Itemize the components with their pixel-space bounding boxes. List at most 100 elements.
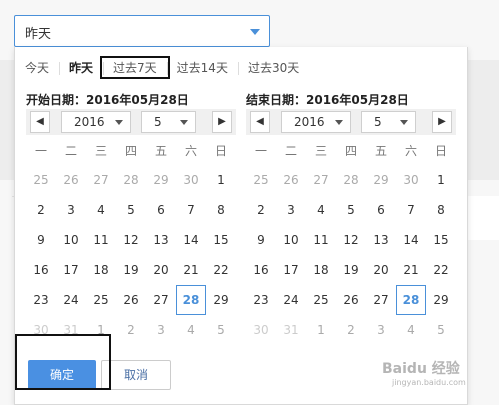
calendar-day[interactable]: 2 <box>246 195 276 225</box>
calendar-day[interactable]: 26 <box>116 285 146 315</box>
calendar-day[interactable]: 18 <box>306 255 336 285</box>
calendar-day[interactable]: 13 <box>366 225 396 255</box>
calendar-day[interactable]: 8 <box>206 195 236 225</box>
calendar-day[interactable]: 14 <box>396 225 426 255</box>
calendar-day[interactable]: 9 <box>26 225 56 255</box>
calendar-day[interactable]: 20 <box>146 255 176 285</box>
calendar-day[interactable]: 4 <box>396 315 426 345</box>
confirm-button[interactable]: 确定 <box>28 360 96 390</box>
calendar-day[interactable]: 19 <box>116 255 146 285</box>
calendar-day[interactable]: 7 <box>396 195 426 225</box>
calendar-day[interactable]: 14 <box>176 225 206 255</box>
calendar-day[interactable]: 5 <box>426 315 456 345</box>
calendar-day[interactable]: 24 <box>56 285 86 315</box>
calendar-day[interactable]: 1 <box>86 315 116 345</box>
shortcut-today[interactable]: 今天 <box>15 59 59 76</box>
calendar-day[interactable]: 2 <box>336 315 366 345</box>
calendar-day[interactable]: 30 <box>246 315 276 345</box>
calendar-day[interactable]: 7 <box>176 195 206 225</box>
start-month-select[interactable]: 5 <box>141 111 196 133</box>
calendar-day[interactable]: 16 <box>246 255 276 285</box>
calendar-day[interactable]: 31 <box>276 315 306 345</box>
calendar-day[interactable]: 26 <box>276 165 306 195</box>
calendar-day-selected[interactable]: 28 <box>396 285 426 315</box>
calendar-day[interactable]: 18 <box>86 255 116 285</box>
calendar-day[interactable]: 2 <box>116 315 146 345</box>
calendar-day[interactable]: 17 <box>276 255 306 285</box>
date-range-select[interactable]: 昨天 <box>14 15 270 47</box>
calendar-day[interactable]: 20 <box>366 255 396 285</box>
calendar-day[interactable]: 19 <box>336 255 366 285</box>
start-prev-month-button[interactable]: ◀ <box>30 111 50 133</box>
end-prev-month-button[interactable]: ◀ <box>250 111 270 133</box>
calendar-day-selected[interactable]: 28 <box>176 285 206 315</box>
calendar-day[interactable]: 29 <box>366 165 396 195</box>
calendar-day[interactable]: 13 <box>146 225 176 255</box>
calendar-day[interactable]: 3 <box>276 195 306 225</box>
calendar-day[interactable]: 3 <box>366 315 396 345</box>
calendar-day[interactable]: 4 <box>306 195 336 225</box>
calendar-day[interactable]: 28 <box>116 165 146 195</box>
calendar-day[interactable]: 6 <box>366 195 396 225</box>
calendar-day[interactable]: 29 <box>426 285 456 315</box>
calendar-day[interactable]: 1 <box>306 315 336 345</box>
calendar-day[interactable]: 9 <box>246 225 276 255</box>
end-next-month-button[interactable]: ▶ <box>432 111 452 133</box>
calendar-day[interactable]: 25 <box>306 285 336 315</box>
calendar-day[interactable]: 12 <box>336 225 366 255</box>
calendar-day[interactable]: 12 <box>116 225 146 255</box>
end-year-select[interactable]: 2016 <box>281 111 351 133</box>
calendar-day[interactable]: 28 <box>336 165 366 195</box>
shortcut-last-7-days[interactable]: 过去7天 <box>100 55 170 79</box>
calendar-day[interactable]: 8 <box>426 195 456 225</box>
calendar-day[interactable]: 25 <box>26 165 56 195</box>
calendar-day[interactable]: 11 <box>306 225 336 255</box>
calendar-day[interactable]: 5 <box>206 315 236 345</box>
calendar-day[interactable]: 4 <box>176 315 206 345</box>
calendar-day[interactable]: 3 <box>146 315 176 345</box>
calendar-day[interactable]: 26 <box>56 165 86 195</box>
calendar-day[interactable]: 27 <box>366 285 396 315</box>
calendar-day[interactable]: 5 <box>336 195 366 225</box>
calendar-day[interactable]: 23 <box>26 285 56 315</box>
cancel-button[interactable]: 取消 <box>101 360 171 390</box>
calendar-day[interactable]: 15 <box>426 225 456 255</box>
calendar-day[interactable]: 23 <box>246 285 276 315</box>
calendar-day[interactable]: 10 <box>276 225 306 255</box>
calendar-day[interactable]: 1 <box>206 165 236 195</box>
calendar-day[interactable]: 3 <box>56 195 86 225</box>
shortcut-yesterday[interactable]: 昨天 <box>59 59 103 76</box>
calendar-day[interactable]: 21 <box>176 255 206 285</box>
calendar-day[interactable]: 17 <box>56 255 86 285</box>
calendar-day[interactable]: 26 <box>336 285 366 315</box>
calendar-day[interactable]: 22 <box>426 255 456 285</box>
shortcut-last-30-days[interactable]: 过去30天 <box>237 59 309 76</box>
calendar-day[interactable]: 30 <box>26 315 56 345</box>
calendar-day[interactable]: 11 <box>86 225 116 255</box>
shortcut-last-14-days[interactable]: 过去14天 <box>166 59 238 76</box>
calendar-day[interactable]: 5 <box>116 195 146 225</box>
calendar-day[interactable]: 27 <box>306 165 336 195</box>
start-next-month-button[interactable]: ▶ <box>212 111 232 133</box>
calendar-day[interactable]: 25 <box>86 285 116 315</box>
calendar-day[interactable]: 24 <box>276 285 306 315</box>
calendar-day[interactable]: 1 <box>426 165 456 195</box>
calendar-day[interactable]: 29 <box>206 285 236 315</box>
calendar-day[interactable]: 29 <box>146 165 176 195</box>
start-year-select[interactable]: 2016 <box>61 111 131 133</box>
calendar-day[interactable]: 21 <box>396 255 426 285</box>
calendar-day[interactable]: 10 <box>56 225 86 255</box>
calendar-day[interactable]: 25 <box>246 165 276 195</box>
calendar-day[interactable]: 30 <box>396 165 426 195</box>
calendar-day[interactable]: 6 <box>146 195 176 225</box>
calendar-day[interactable]: 15 <box>206 225 236 255</box>
end-month-select[interactable]: 5 <box>361 111 416 133</box>
calendar-day[interactable]: 31 <box>56 315 86 345</box>
calendar-day[interactable]: 22 <box>206 255 236 285</box>
calendar-day[interactable]: 2 <box>26 195 56 225</box>
calendar-day[interactable]: 27 <box>146 285 176 315</box>
calendar-day[interactable]: 16 <box>26 255 56 285</box>
calendar-day[interactable]: 27 <box>86 165 116 195</box>
calendar-day[interactable]: 4 <box>86 195 116 225</box>
calendar-day[interactable]: 30 <box>176 165 206 195</box>
